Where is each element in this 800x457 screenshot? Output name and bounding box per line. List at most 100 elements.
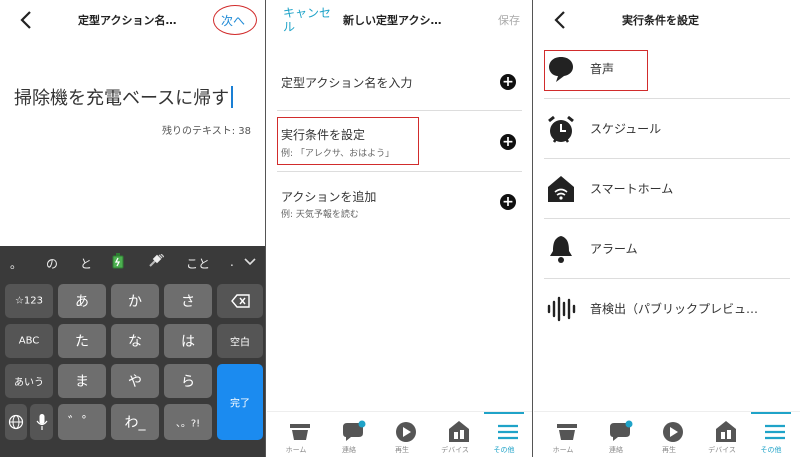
symbol-key[interactable]: ☆123 [5,284,53,318]
collapse-chevron-icon[interactable] [244,258,256,266]
cancel-button[interactable]: キャンセル [283,6,333,34]
done-key[interactable]: 完了 [217,364,263,440]
chat-icon [610,420,633,441]
suggestion-item[interactable]: の [46,255,58,272]
suggestion-item[interactable]: . [230,255,234,269]
back-chevron-icon[interactable] [18,10,34,30]
kana-key-ra[interactable]: ら [164,364,212,398]
kana-key-a[interactable]: あ [58,284,106,318]
speech-bubble-icon [549,57,573,82]
save-button[interactable]: 保存 [498,12,520,28]
routine-name-value: 掃除機を充電ベースに帰す [14,88,230,109]
voice-input-key[interactable] [30,404,53,440]
page-title: 新しい定型アクシ… [343,14,442,27]
menu-icon [498,424,518,440]
nav-label: その他 [760,446,782,454]
kana-key-ka[interactable]: か [111,284,159,318]
battery-emoji-suggestion[interactable] [112,253,124,272]
row-example: 例: 「アレクサ、おはよう」 [281,149,395,159]
option-label: 音声 [590,62,615,76]
nav-label: ホーム [552,446,574,454]
suggestion-item[interactable]: と [80,255,92,272]
option-label: 音検出（パブリックプレビュ… [590,302,759,316]
nav-home[interactable]: ホーム [539,412,587,457]
nav-play[interactable]: 再生 [378,412,426,457]
nav-label: 連絡 [609,446,623,454]
active-indicator [484,412,524,414]
nav-label: ホーム [285,446,307,454]
divider [544,98,790,99]
play-icon [663,422,683,442]
option-sound-detection[interactable]: 音検出（パブリックプレビュ… [534,280,800,340]
option-label: アラーム [590,242,638,256]
nav-menu[interactable]: その他 [747,412,795,457]
kana-key-wa[interactable]: わ_ [111,404,159,440]
routine-name-input[interactable]: 掃除機を充電ベースに帰す [14,84,233,110]
hiragana-mode-key[interactable]: あいう [5,364,53,398]
option-smart-home[interactable]: スマートホーム [534,160,800,220]
nav-label: デバイス [441,446,469,454]
language-key[interactable] [5,404,27,440]
space-key[interactable]: 空白 [217,324,263,358]
next-button[interactable]: 次へ [213,5,257,35]
add-plus-icon[interactable]: + [500,134,516,150]
row-example: 例: 天気予報を読む [281,210,359,220]
trigger-row[interactable]: 実行条件を設定 例: 「アレクサ、おはよう」 + [267,112,532,170]
nav-label: 連絡 [342,446,356,454]
chat-icon [343,420,366,441]
rename-screen: 定型アクション名… 次へ 掃除機を充電ベースに帰す 残りのテキスト: 38 。 … [0,0,266,457]
row-title: 実行条件を設定 [281,128,366,142]
nav-label: デバイス [708,446,736,454]
back-chevron-icon[interactable] [552,10,568,30]
abc-key[interactable]: ABC [5,324,53,358]
kana-key-sa[interactable]: さ [164,284,212,318]
play-icon [396,422,416,442]
add-plus-icon[interactable]: + [500,74,516,90]
new-routine-screen: キャンセル 新しい定型アクシ… 保存 定型アクション名を入力 + 実行条件を設定… [267,0,533,457]
nav-chat[interactable]: 連絡 [325,412,373,457]
divider [277,110,522,111]
punctuation-key[interactable]: 、。?! [164,404,212,440]
option-label: スマートホーム [590,182,674,196]
nav-devices[interactable]: デバイス [431,412,479,457]
next-button-label: 次へ [221,14,246,28]
dakuten-key[interactable]: ゛゜ [58,404,106,440]
plug-icon [149,253,165,267]
add-action-row[interactable]: アクションを追加 例: 天気予報を読む + [267,172,532,230]
kana-key-ya[interactable]: や [111,364,159,398]
kana-key-ma[interactable]: ま [58,364,106,398]
nav-devices[interactable]: デバイス [698,412,746,457]
nav-label: その他 [493,446,515,454]
page-title: 定型アクション名… [78,14,177,27]
battery-icon [112,253,124,269]
sound-wave-icon [547,296,576,322]
nav-home[interactable]: ホーム [272,412,320,457]
backspace-key[interactable] [217,284,263,318]
kana-key-na[interactable]: な [111,324,159,358]
row-title: 定型アクション名を入力 [281,76,413,90]
routine-name-row[interactable]: 定型アクション名を入力 + [267,52,532,110]
kana-key-ha[interactable]: は [164,324,212,358]
plug-emoji-suggestion[interactable] [148,253,165,271]
remaining-text-counter: 残りのテキスト: 38 [162,126,251,137]
option-alarm[interactable]: アラーム [534,220,800,280]
suggestion-bar: 。 の と こと . [0,246,265,280]
active-indicator [751,412,791,414]
divider [544,278,790,279]
nav-menu[interactable]: その他 [480,412,528,457]
option-voice[interactable]: 音声 [534,40,800,100]
keyboard: 。 の と こと . ☆123 あ か さ ABC た な は 空白 あいう ま [0,246,265,457]
nav-label: 再生 [662,446,676,454]
suggestion-item[interactable]: 。 [10,255,22,272]
nav-chat[interactable]: 連絡 [592,412,640,457]
suggestion-item[interactable]: こと [186,255,210,272]
text-caret [231,86,233,108]
add-plus-icon[interactable]: + [500,194,516,210]
kana-key-ta[interactable]: た [58,324,106,358]
nav-play[interactable]: 再生 [645,412,693,457]
bottom-nav: ホーム 連絡 再生 デバイス その他 [267,411,532,457]
page-title: 実行条件を設定 [622,14,699,27]
row-title: アクションを追加 [281,190,377,204]
option-schedule[interactable]: スケジュール [534,100,800,160]
devices-icon [716,421,736,442]
